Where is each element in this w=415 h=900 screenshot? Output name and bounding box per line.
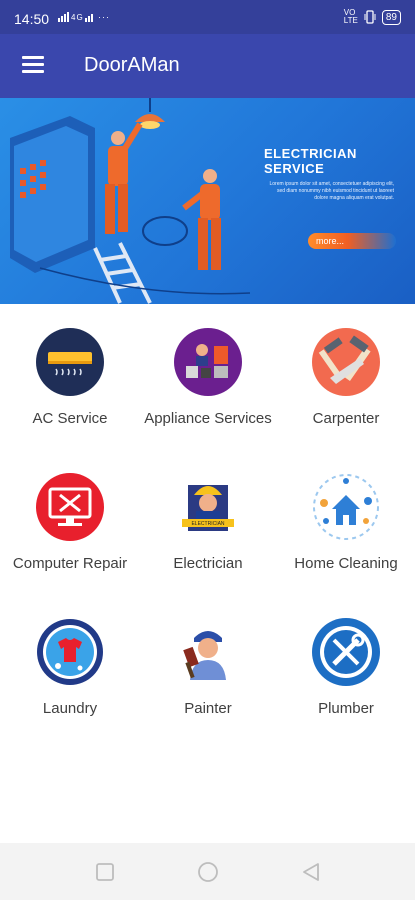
svg-text:4G: 4G <box>71 13 84 22</box>
vibrate-icon <box>364 10 376 24</box>
status-bar: 14:50 4G ··· VO LTE 89 <box>0 0 415 34</box>
service-plumber[interactable]: Plumber <box>277 594 415 734</box>
back-icon[interactable] <box>300 861 322 883</box>
service-label: Plumber <box>318 700 374 717</box>
service-label: Painter <box>184 700 232 717</box>
svg-text:···: ··· <box>98 12 110 22</box>
computer-repair-icon <box>36 473 104 541</box>
service-label: Appliance Services <box>144 410 272 427</box>
more-button[interactable]: more... <box>308 233 396 249</box>
status-right: VO LTE 89 <box>344 9 401 25</box>
banner-description: Lorem ipsum dolor sit amet, consectetuer… <box>269 181 394 201</box>
plumber-icon <box>312 618 380 686</box>
service-laundry[interactable]: Laundry <box>1 594 139 734</box>
system-nav-bar <box>0 843 415 900</box>
signal-icons: 4G ··· <box>58 9 118 26</box>
service-home-cleaning[interactable]: Home Cleaning <box>277 449 415 589</box>
status-time: 14:50 <box>14 11 50 27</box>
service-label: Home Cleaning <box>294 555 398 572</box>
service-computer-repair[interactable]: Computer Repair <box>1 449 139 589</box>
home-icon[interactable] <box>197 861 219 883</box>
service-electrician[interactable]: ELECTRICIAN Electrician <box>139 449 277 589</box>
promo-banner[interactable]: ELECTRICIAN SERVICE Lorem ipsum dolor si… <box>0 98 415 304</box>
recent-apps-icon[interactable] <box>94 861 116 883</box>
carpenter-icon <box>312 328 380 396</box>
laundry-icon <box>37 619 103 685</box>
signal-icon: 4G ··· <box>58 12 110 22</box>
service-appliance[interactable]: Appliance Services <box>139 304 277 444</box>
hamburger-menu-icon[interactable] <box>22 56 44 74</box>
home-cleaning-icon <box>313 474 379 540</box>
app-bar: DoorAMan <box>0 34 415 98</box>
battery-icon: 89 <box>381 9 401 25</box>
service-label: AC Service <box>32 410 108 427</box>
service-label: Electrician <box>173 555 243 572</box>
banner-title: ELECTRICIAN SERVICE <box>264 146 357 176</box>
service-carpenter[interactable]: Carpenter <box>277 304 415 444</box>
appliance-icon <box>174 328 242 396</box>
service-label: Laundry <box>42 700 98 717</box>
service-label: Computer Repair <box>12 555 128 572</box>
painter-icon <box>183 631 226 680</box>
electrician-icon: ELECTRICIAN <box>182 485 234 531</box>
svg-text:ELECTRICIAN: ELECTRICIAN <box>191 521 224 527</box>
volte-icon: VO LTE <box>343 8 358 25</box>
service-label: Carpenter <box>312 410 380 427</box>
ac-icon <box>36 328 104 396</box>
service-ac[interactable]: AC Service <box>1 304 139 444</box>
service-painter[interactable]: Painter <box>139 594 277 734</box>
app-title: DoorAMan <box>84 54 180 76</box>
